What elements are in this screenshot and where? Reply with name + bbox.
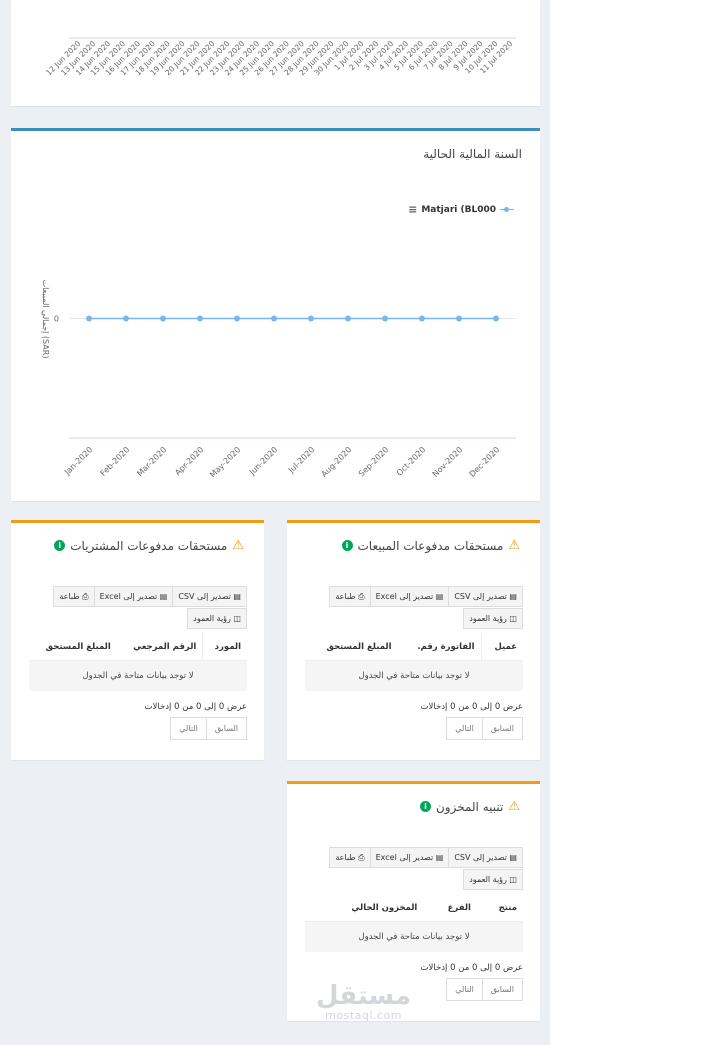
data-point[interactable] bbox=[345, 315, 351, 322]
warning-icon: ⚠ bbox=[508, 538, 520, 553]
x-tick-label: Nov-2020 bbox=[431, 445, 465, 479]
sales-due-table: عميل الفاتورة رقم. المبلغ المستحق لا توج… bbox=[305, 633, 523, 691]
export-excel-button[interactable]: ▤ تصدير إلى Excel bbox=[93, 586, 173, 607]
data-point[interactable] bbox=[271, 315, 277, 322]
data-point[interactable] bbox=[197, 315, 203, 322]
column-header[interactable]: الرقم المرجعي bbox=[116, 633, 203, 661]
export-buttons: ▤ تصدير إلى CSV ▤ تصدير إلى Excel ⎙ طباع… bbox=[53, 586, 247, 607]
data-point[interactable] bbox=[86, 315, 92, 322]
data-point[interactable] bbox=[308, 315, 314, 322]
data-point[interactable] bbox=[160, 315, 166, 322]
y-axis-title: إجمالي المبيعات (SAR) bbox=[40, 280, 50, 359]
data-point[interactable] bbox=[419, 315, 425, 322]
column-header[interactable]: الفاتورة رقم. bbox=[397, 633, 481, 661]
empty-table-message: لا توجد بيانات متاحة في الجدول bbox=[305, 921, 523, 952]
y-tick-label: 0 bbox=[54, 315, 59, 324]
x-tick-label: Dec-2020 bbox=[468, 445, 502, 479]
column-header[interactable]: الفرع bbox=[423, 894, 477, 922]
daily-sales-chart-box: 12 Jun 2020 13 Jun 2020 14 Jun 2020 15 Jun … bbox=[11, 0, 540, 106]
data-point[interactable] bbox=[456, 315, 462, 322]
table-info: عرض 0 إلى 0 من 0 إدخالات bbox=[144, 702, 247, 712]
sales-payments-due-widget: ⚠ مستحقات مدفوعات المبيعات i ▤ تصدير إلى… bbox=[287, 520, 540, 760]
warning-icon: ⚠ bbox=[508, 799, 520, 814]
export-buttons: ▤ تصدير إلى CSV ▤ تصدير إلى Excel ⎙ طباع… bbox=[329, 586, 523, 607]
print-button[interactable]: ⎙ طباعة bbox=[329, 847, 370, 868]
next-page-button[interactable]: التالي bbox=[446, 978, 482, 1001]
column-visibility-button[interactable]: ◫ رؤية العمود bbox=[463, 608, 523, 629]
fiscal-year-sales-chart: Jan-2020 Feb-2020 Mar-2020 Apr-2020 May-2020… bbox=[40, 280, 516, 479]
export-csv-button[interactable]: ▤ تصدير إلى CSV bbox=[448, 586, 523, 607]
watermark-latin: mostaql.com bbox=[325, 1009, 402, 1022]
next-page-button[interactable]: التالي bbox=[446, 717, 482, 740]
stock-alert-table: منتج الفرع المخزون الحالي لا توجد بيانات… bbox=[305, 894, 523, 952]
x-tick-label: Sep-2020 bbox=[357, 445, 390, 478]
pagination: السابق التالي bbox=[446, 717, 523, 740]
column-visibility-button[interactable]: ◫ رؤية العمود bbox=[187, 608, 247, 629]
purchase-payments-due-widget: ⚠ مستحقات مدفوعات المشتريات i ▤ تصدير إل… bbox=[11, 520, 264, 760]
x-tick-label: Jul-2020 bbox=[286, 445, 316, 475]
pagination: السابق التالي bbox=[446, 978, 523, 1001]
data-point[interactable] bbox=[493, 315, 499, 322]
purchases-due-table: المورد الرقم المرجعي المبلغ المستحق لا ت… bbox=[29, 633, 247, 691]
daily-sales-chart: 12 Jun 202013 Jun 202014 Jun 202015 Jun … bbox=[44, 37, 516, 77]
column-header[interactable]: منتج bbox=[476, 894, 523, 922]
export-excel-button[interactable]: ▤ تصدير إلى Excel bbox=[369, 586, 449, 607]
table-info: عرض 0 إلى 0 من 0 إدخالات bbox=[420, 702, 523, 712]
column-header[interactable]: المخزون الحالي bbox=[305, 894, 424, 922]
print-button[interactable]: ⎙ طباعة bbox=[53, 586, 94, 607]
widget-title: ⚠ مستحقات مدفوعات المشتريات i bbox=[54, 538, 244, 553]
pagination: السابق التالي bbox=[170, 717, 247, 740]
column-header[interactable]: عميل bbox=[480, 633, 523, 661]
column-header[interactable]: المبلغ المستحق bbox=[29, 633, 117, 661]
x-tick-label: Feb-2020 bbox=[99, 445, 132, 478]
widget-title: ⚠ تنبيه المخزون i bbox=[419, 799, 520, 814]
next-page-button[interactable]: التالي bbox=[170, 717, 206, 740]
widget-title-text: تنبيه المخزون bbox=[435, 799, 504, 814]
watermark-arabic: مستقل bbox=[316, 981, 412, 1011]
empty-table-message: لا توجد بيانات متاحة في الجدول bbox=[305, 660, 523, 691]
x-tick-label: May-2020 bbox=[208, 445, 242, 479]
export-csv-button[interactable]: ▤ تصدير إلى CSV bbox=[172, 586, 247, 607]
data-point[interactable] bbox=[382, 315, 388, 322]
export-excel-button[interactable]: ▤ تصدير إلى Excel bbox=[369, 847, 449, 868]
table-info: عرض 0 إلى 0 من 0 إدخالات bbox=[420, 963, 523, 973]
column-visibility-row: ◫ رؤية العمود bbox=[463, 608, 523, 629]
info-icon[interactable]: i bbox=[341, 540, 353, 551]
widget-title: ⚠ مستحقات مدفوعات المبيعات i bbox=[341, 538, 520, 553]
widget-title-text: مستحقات مدفوعات المشتريات bbox=[70, 538, 228, 553]
fiscal-year-chart-box: السنة المالية الحالية ≡ Matjari (BL000 J… bbox=[11, 128, 540, 501]
column-header[interactable]: المورد bbox=[202, 633, 247, 661]
column-visibility-row: ◫ رؤية العمود bbox=[187, 608, 247, 629]
info-icon[interactable]: i bbox=[419, 801, 431, 812]
x-tick-label: Mar-2020 bbox=[135, 445, 168, 478]
previous-page-button[interactable]: السابق bbox=[481, 978, 523, 1001]
empty-table-message: لا توجد بيانات متاحة في الجدول bbox=[29, 660, 247, 691]
watermark-logo: مستقل mostaql.com bbox=[316, 983, 411, 1022]
column-visibility-row: ◫ رؤية العمود bbox=[463, 869, 523, 890]
x-tick-label: Jun-2020 bbox=[247, 445, 279, 477]
previous-page-button[interactable]: السابق bbox=[205, 717, 247, 740]
x-tick-label: Oct-2020 bbox=[395, 445, 428, 478]
x-tick-label: Jan-2020 bbox=[62, 445, 94, 477]
print-button[interactable]: ⎙ طباعة bbox=[329, 586, 370, 607]
previous-page-button[interactable]: السابق bbox=[481, 717, 523, 740]
data-point[interactable] bbox=[123, 315, 129, 322]
column-visibility-button[interactable]: ◫ رؤية العمود bbox=[463, 869, 523, 890]
export-buttons: ▤ تصدير إلى CSV ▤ تصدير إلى Excel ⎙ طباع… bbox=[329, 847, 523, 868]
export-csv-button[interactable]: ▤ تصدير إلى CSV bbox=[448, 847, 523, 868]
info-icon[interactable]: i bbox=[54, 540, 66, 551]
x-tick-label: Aug-2020 bbox=[320, 445, 354, 479]
warning-icon: ⚠ bbox=[232, 538, 244, 553]
widget-title-text: مستحقات مدفوعات المبيعات bbox=[357, 538, 504, 553]
column-header[interactable]: المبلغ المستحق bbox=[305, 633, 398, 661]
x-tick-label: Apr-2020 bbox=[173, 445, 205, 477]
data-point[interactable] bbox=[234, 315, 240, 322]
